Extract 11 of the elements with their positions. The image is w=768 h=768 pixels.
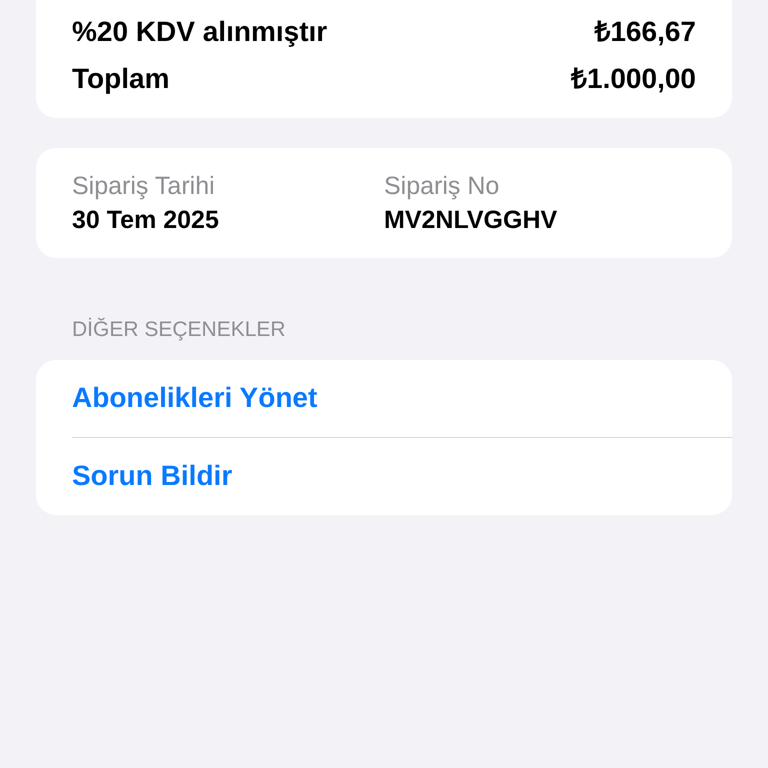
summary-label: %20 KDV alınmıştır [72, 14, 328, 49]
option-link[interactable]: Sorun Bildir [72, 438, 232, 514]
summary-value: ₺1.000,00 [571, 62, 696, 96]
field-value: MV2NLVGGHV [384, 205, 558, 236]
field-label: Sipariş Tarihi [72, 171, 216, 202]
section-header: DİĞER SEÇENEKLER [72, 316, 287, 343]
option-link[interactable]: Abonelikleri Yönet [72, 360, 318, 436]
field-value: 30 Tem 2025 [72, 205, 220, 236]
field-label: Sipariş No [384, 171, 500, 202]
summary-label: Toplam [72, 62, 170, 96]
summary-value: ₺166,67 [594, 14, 696, 48]
